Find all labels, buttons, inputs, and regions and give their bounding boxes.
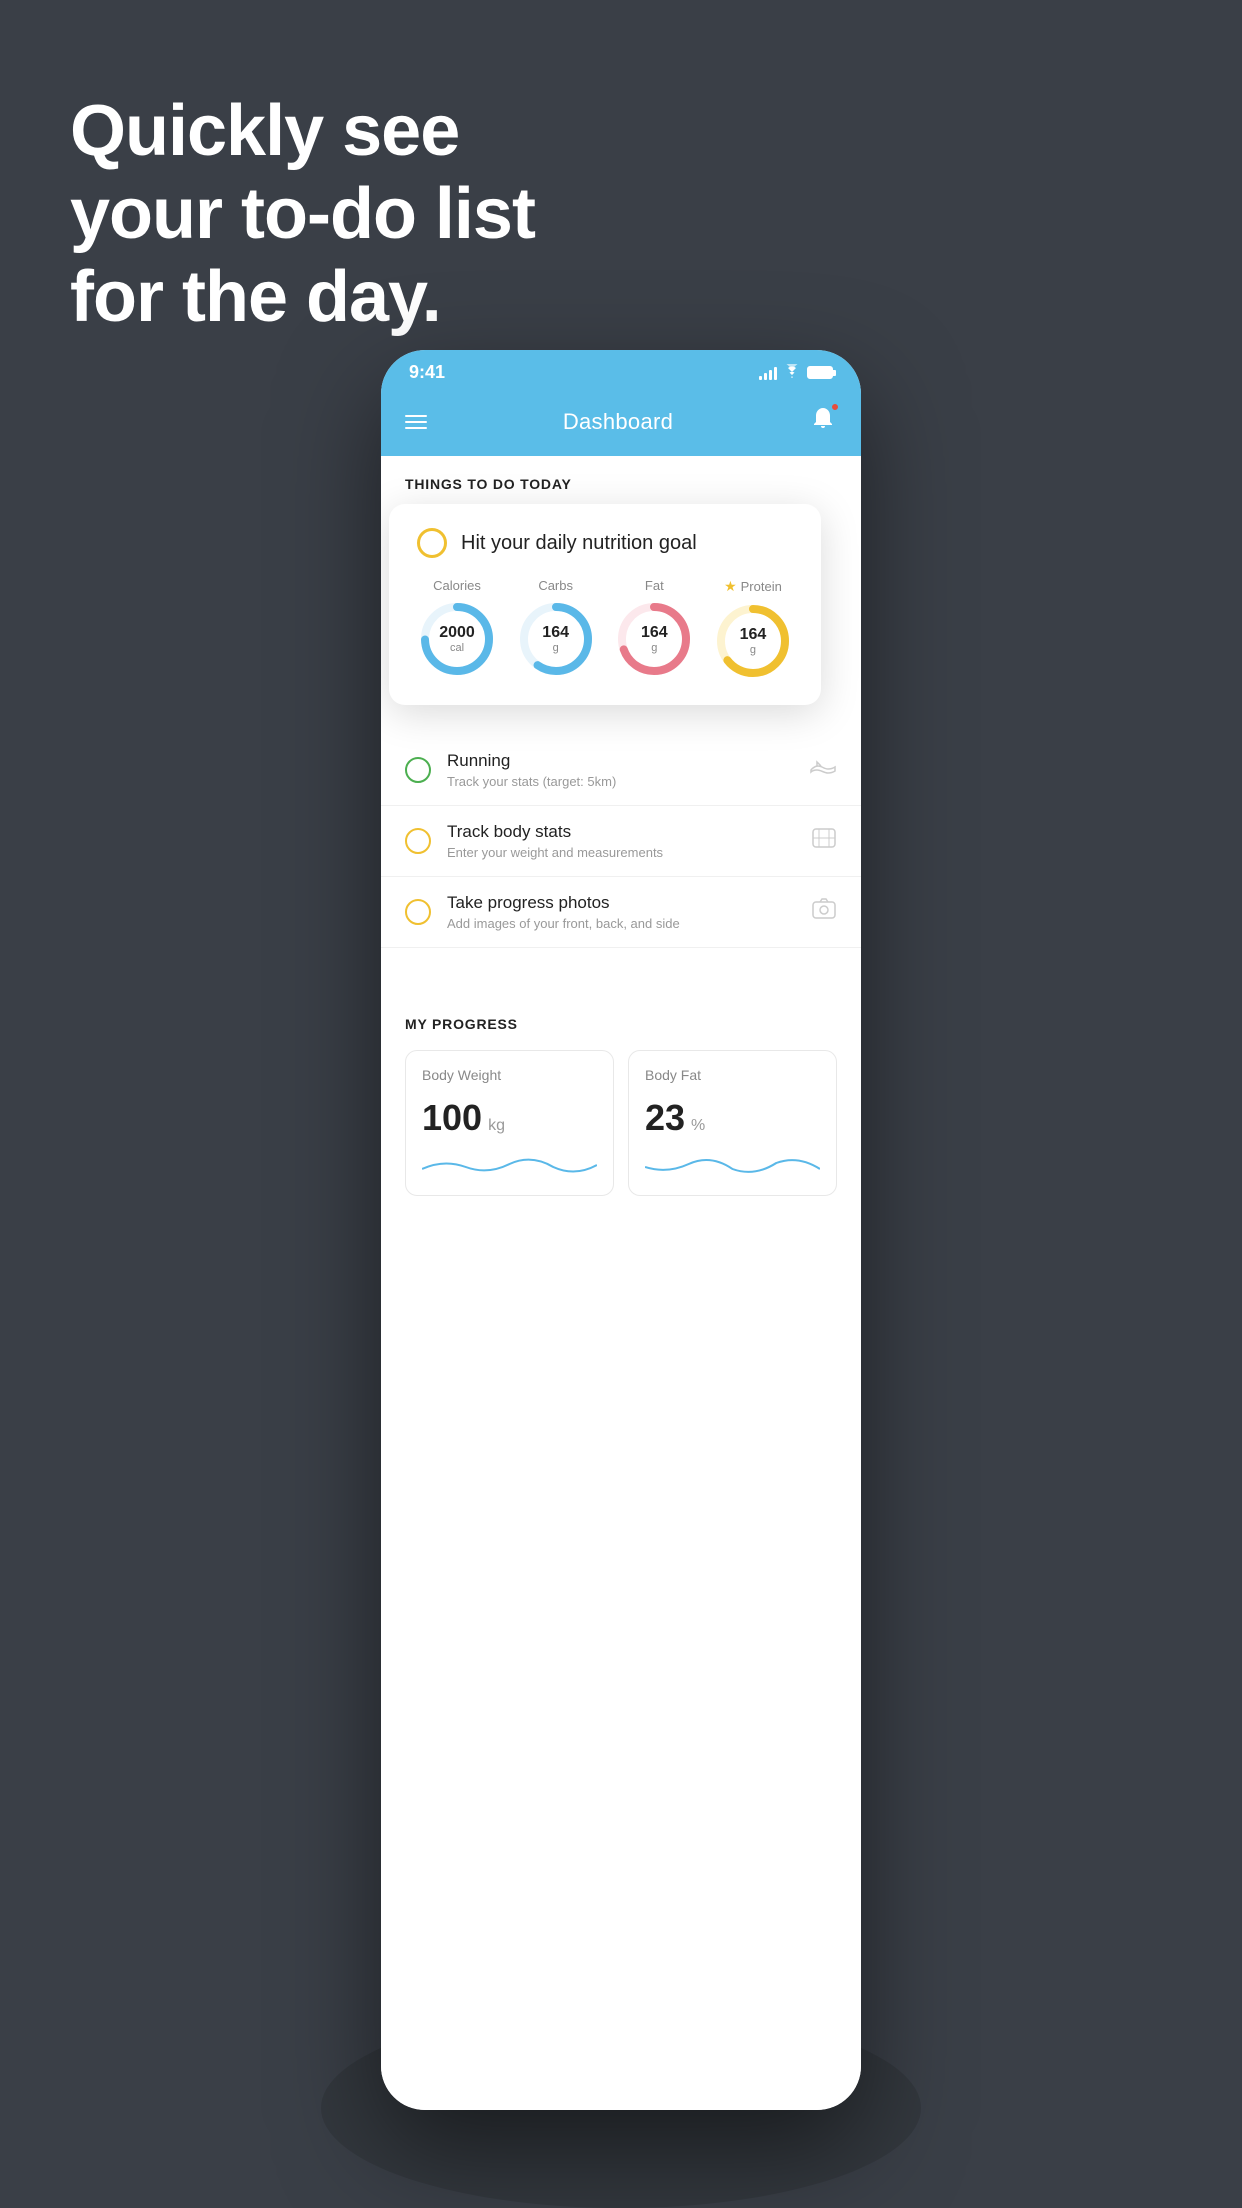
progress-photos-name: Take progress photos [447, 893, 795, 913]
protein-unit: g [740, 644, 767, 656]
running-info: Running Track your stats (target: 5km) [447, 751, 793, 789]
task-list: Running Track your stats (target: 5km) [381, 735, 861, 948]
task-item-body-stats[interactable]: Track body stats Enter your weight and m… [381, 806, 861, 877]
hero-text: Quickly see your to-do list for the day. [70, 90, 535, 338]
status-bar: 9:41 [381, 350, 861, 391]
phone-container: 9:41 [381, 350, 861, 2110]
calories-value: 2000 [439, 624, 475, 642]
fat-value: 164 [641, 624, 668, 642]
body-weight-chart [422, 1149, 597, 1179]
app-header: Dashboard [381, 391, 861, 456]
calories-item: Calories 2000 cal [417, 578, 497, 679]
progress-grid: Body Weight 100 kg Body Fat [405, 1050, 837, 1196]
body-weight-value-row: 100 kg [422, 1097, 597, 1139]
body-fat-card-title: Body Fat [645, 1067, 820, 1083]
running-name: Running [447, 751, 793, 771]
running-circle [405, 757, 431, 783]
progress-photos-circle [405, 899, 431, 925]
protein-star-icon: ★ [724, 578, 737, 595]
body-weight-unit: kg [488, 1117, 505, 1135]
phone-frame: 9:41 [381, 350, 861, 2110]
calories-donut: 2000 cal [417, 599, 497, 679]
header-title: Dashboard [563, 409, 673, 435]
progress-section: MY PROGRESS Body Weight 100 kg [381, 988, 861, 1216]
signal-bars-icon [759, 366, 777, 380]
body-fat-unit: % [691, 1117, 705, 1135]
fat-item: Fat 164 g [614, 578, 694, 679]
carbs-label: Carbs [538, 578, 573, 593]
nutrition-grid: Calories 2000 cal [417, 578, 793, 681]
carbs-unit: g [542, 642, 569, 654]
app-content: THINGS TO DO TODAY Hit your daily nutrit… [381, 456, 861, 2110]
hero-line3: for the day. [70, 256, 535, 339]
carbs-donut: 164 g [516, 599, 596, 679]
notification-dot [831, 403, 839, 411]
body-fat-value: 23 [645, 1097, 685, 1139]
hero-line1: Quickly see [70, 90, 535, 173]
notification-bell-button[interactable] [809, 405, 837, 438]
card-title-row: Hit your daily nutrition goal [417, 528, 793, 558]
body-weight-card-title: Body Weight [422, 1067, 597, 1083]
hero-line2: your to-do list [70, 173, 535, 256]
carbs-item: Carbs 164 g [516, 578, 596, 679]
status-time: 9:41 [409, 362, 445, 383]
running-sub: Track your stats (target: 5km) [447, 774, 793, 789]
running-shoe-icon [809, 756, 837, 784]
protein-value: 164 [740, 626, 767, 644]
body-stats-sub: Enter your weight and measurements [447, 845, 795, 860]
progress-photos-info: Take progress photos Add images of your … [447, 893, 795, 931]
fat-unit: g [641, 642, 668, 654]
body-fat-chart [645, 1149, 820, 1179]
wifi-icon [783, 364, 801, 381]
progress-section-title: MY PROGRESS [405, 1016, 837, 1032]
body-stats-info: Track body stats Enter your weight and m… [447, 822, 795, 860]
scale-icon [811, 825, 837, 857]
protein-label: ★ Protein [724, 578, 782, 595]
progress-photos-sub: Add images of your front, back, and side [447, 916, 795, 931]
things-to-do-header: THINGS TO DO TODAY [381, 456, 861, 504]
calories-unit: cal [439, 642, 475, 654]
protein-donut: 164 g [713, 601, 793, 681]
body-weight-card[interactable]: Body Weight 100 kg [405, 1050, 614, 1196]
battery-icon [807, 366, 833, 379]
status-icons [759, 364, 833, 381]
protein-item: ★ Protein 164 g [713, 578, 793, 681]
body-fat-value-row: 23 % [645, 1097, 820, 1139]
task-item-running[interactable]: Running Track your stats (target: 5km) [381, 735, 861, 806]
body-stats-name: Track body stats [447, 822, 795, 842]
carbs-value: 164 [542, 624, 569, 642]
fat-label: Fat [645, 578, 664, 593]
task-item-progress-photos[interactable]: Take progress photos Add images of your … [381, 877, 861, 948]
todo-circle-nutrition [417, 528, 447, 558]
fat-donut: 164 g [614, 599, 694, 679]
calories-label: Calories [433, 578, 481, 593]
body-stats-circle [405, 828, 431, 854]
body-weight-value: 100 [422, 1097, 482, 1139]
hamburger-menu-icon[interactable] [405, 415, 427, 429]
nutrition-card-title: Hit your daily nutrition goal [461, 532, 697, 555]
nutrition-goal-card[interactable]: Hit your daily nutrition goal Calories [389, 504, 821, 705]
body-fat-card[interactable]: Body Fat 23 % [628, 1050, 837, 1196]
photo-icon [811, 896, 837, 928]
